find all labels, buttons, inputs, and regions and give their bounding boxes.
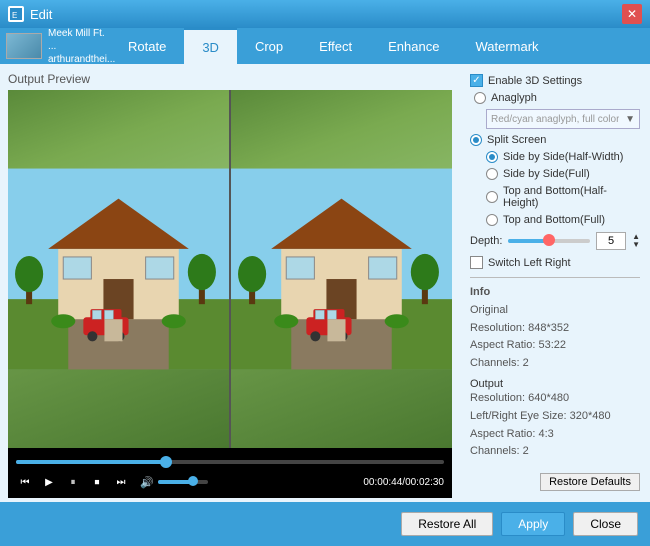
depth-row: Depth: ▲ ▼ bbox=[470, 232, 640, 250]
option3-label: Top and Bottom(Half-Height) bbox=[503, 185, 640, 209]
tab-3d[interactable]: 3D bbox=[184, 28, 237, 64]
orig-aspect: Aspect Ratio: 53:22 bbox=[470, 337, 640, 355]
depth-label: Depth: bbox=[470, 235, 502, 247]
anaglyph-label: Anaglyph bbox=[491, 92, 537, 104]
close-dialog-button[interactable]: Close bbox=[573, 512, 638, 536]
svg-text:E: E bbox=[12, 11, 17, 20]
progress-track[interactable] bbox=[16, 460, 444, 464]
tab-watermark[interactable]: Watermark bbox=[457, 28, 556, 64]
out-resolution: Resolution: 640*480 bbox=[470, 390, 640, 408]
tab-enhance[interactable]: Enhance bbox=[370, 28, 457, 64]
tab-effect[interactable]: Effect bbox=[301, 28, 370, 64]
depth-down[interactable]: ▼ bbox=[632, 241, 640, 249]
switch-lr-checkbox[interactable] bbox=[470, 256, 483, 269]
depth-spinner[interactable]: ▲ ▼ bbox=[632, 233, 640, 249]
enable-3d-row: ✓ Enable 3D Settings bbox=[470, 74, 640, 87]
switch-lr-label: Switch Left Right bbox=[488, 257, 571, 269]
option2-label: Side by Side(Full) bbox=[503, 168, 590, 180]
tab-crop[interactable]: Crop bbox=[237, 28, 301, 64]
enable-3d-checkbox[interactable]: ✓ bbox=[470, 74, 483, 87]
media-thumbnail: Meek Mill Ft. ... arthurandthei... bbox=[0, 28, 110, 64]
depth-track[interactable] bbox=[508, 239, 590, 243]
orig-resolution: Resolution: 848*352 bbox=[470, 320, 640, 338]
media-title: Meek Mill Ft. ... bbox=[48, 27, 115, 53]
tab-rotate[interactable]: Rotate bbox=[110, 28, 184, 64]
split-options: Side by Side(Half-Width) Side by Side(Fu… bbox=[486, 151, 640, 226]
close-button[interactable]: ✕ bbox=[622, 4, 642, 24]
depth-input[interactable] bbox=[596, 232, 626, 250]
media-info: Meek Mill Ft. ... arthurandthei... bbox=[48, 27, 115, 66]
restore-all-button[interactable]: Restore All bbox=[401, 512, 493, 536]
volume-icon: 🔊 bbox=[140, 476, 154, 489]
controls-row: ⏮ ▶ ⏸ ⏹ ⏭ 🔊 00:00:44/00:02:30 bbox=[16, 473, 444, 491]
info-section: Info Original Resolution: 848*352 Aspect… bbox=[470, 286, 640, 461]
option4-row: Top and Bottom(Full) bbox=[486, 214, 640, 226]
play-button[interactable]: ▶ bbox=[40, 473, 58, 491]
skip-forward-button[interactable]: ⏭ bbox=[112, 473, 130, 491]
depth-thumb[interactable] bbox=[543, 234, 555, 246]
progress-thumb[interactable] bbox=[160, 456, 172, 468]
thumbnail-image bbox=[6, 33, 42, 59]
settings-panel: ✓ Enable 3D Settings Anaglyph Red/cyan a… bbox=[460, 64, 650, 502]
dropdown-arrow: ▼ bbox=[625, 114, 635, 125]
out-lr-size: Left/Right Eye Size: 320*480 bbox=[470, 408, 640, 426]
main-content: Output Preview bbox=[0, 64, 650, 502]
time-display: 00:00:44/00:02:30 bbox=[363, 477, 444, 488]
app-icon: E bbox=[8, 6, 24, 22]
option1-radio[interactable] bbox=[486, 151, 498, 163]
stop-button[interactable]: ⏹ bbox=[88, 473, 106, 491]
preview-panel: Output Preview bbox=[0, 64, 460, 502]
option2-row: Side by Side(Full) bbox=[486, 168, 640, 180]
anaglyph-dropdown[interactable]: Red/cyan anaglyph, full color ▼ bbox=[486, 109, 640, 129]
split-video bbox=[8, 90, 452, 448]
skip-back-button[interactable]: ⏮ bbox=[16, 473, 34, 491]
preview-label: Output Preview bbox=[8, 72, 452, 86]
option3-row: Top and Bottom(Half-Height) bbox=[486, 185, 640, 209]
anaglyph-row: Anaglyph bbox=[474, 92, 640, 104]
out-aspect: Aspect Ratio: 4:3 bbox=[470, 426, 640, 444]
pause-button[interactable]: ⏸ bbox=[64, 473, 82, 491]
split-screen-radio[interactable] bbox=[470, 134, 482, 146]
bottom-bar: Restore All Apply Close bbox=[0, 502, 650, 546]
volume-track[interactable] bbox=[158, 480, 208, 484]
progress-bar-area[interactable] bbox=[16, 455, 444, 469]
video-left bbox=[8, 90, 229, 448]
option1-row: Side by Side(Half-Width) bbox=[486, 151, 640, 163]
out-channels: Channels: 2 bbox=[470, 443, 640, 461]
info-output: Output Resolution: 640*480 Left/Right Ey… bbox=[470, 378, 640, 460]
video-right bbox=[231, 90, 452, 448]
volume-thumb[interactable] bbox=[188, 476, 198, 486]
split-screen-row: Split Screen bbox=[470, 134, 640, 146]
volume-area: 🔊 bbox=[140, 476, 208, 489]
split-screen-label: Split Screen bbox=[487, 134, 546, 146]
info-title: Info bbox=[470, 286, 640, 298]
original-label: Original bbox=[470, 302, 640, 320]
option1-label: Side by Side(Half-Width) bbox=[503, 151, 623, 163]
option3-radio[interactable] bbox=[486, 191, 498, 203]
info-original: Original Resolution: 848*352 Aspect Rati… bbox=[470, 302, 640, 372]
orig-channels: Channels: 2 bbox=[470, 355, 640, 373]
option4-radio[interactable] bbox=[486, 214, 498, 226]
video-frame bbox=[8, 90, 452, 448]
enable-3d-label: Enable 3D Settings bbox=[488, 75, 582, 87]
window-title: Edit bbox=[30, 7, 622, 22]
option4-label: Top and Bottom(Full) bbox=[503, 214, 605, 226]
switch-lr-row: Switch Left Right bbox=[470, 256, 640, 269]
anaglyph-dropdown-row: Red/cyan anaglyph, full color ▼ bbox=[486, 109, 640, 129]
anaglyph-radio[interactable] bbox=[474, 92, 486, 104]
progress-fill bbox=[16, 460, 166, 464]
video-area: ⏮ ▶ ⏸ ⏹ ⏭ 🔊 00:00:44/00:02:30 bbox=[8, 90, 452, 498]
playback-controls: ⏮ ▶ ⏸ ⏹ ⏭ 🔊 00:00:44/00:02:30 bbox=[8, 448, 452, 498]
option2-radio[interactable] bbox=[486, 168, 498, 180]
restore-defaults-button[interactable]: Restore Defaults bbox=[540, 473, 640, 491]
output-label: Output bbox=[470, 378, 640, 390]
title-bar: E Edit ✕ bbox=[0, 0, 650, 28]
divider1 bbox=[470, 277, 640, 278]
apply-button[interactable]: Apply bbox=[501, 512, 565, 536]
